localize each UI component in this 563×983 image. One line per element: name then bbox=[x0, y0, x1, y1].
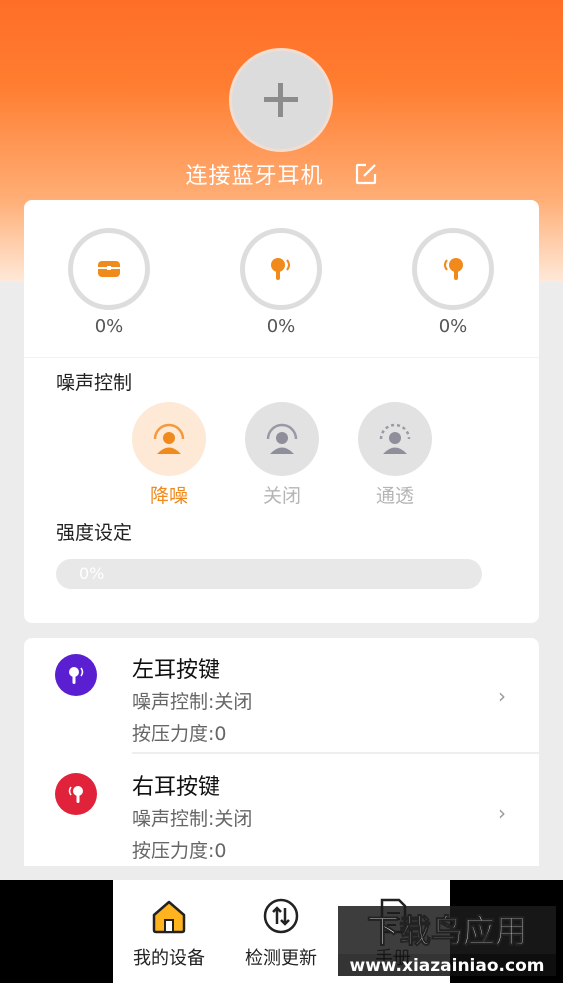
edit-icon[interactable] bbox=[354, 162, 378, 186]
chevron-right-icon: › bbox=[498, 684, 506, 708]
chevron-right-icon: › bbox=[498, 801, 506, 825]
intensity-slider[interactable]: 0% bbox=[56, 559, 482, 589]
home-icon bbox=[152, 900, 186, 934]
person-icon bbox=[266, 423, 298, 454]
battery-ring bbox=[240, 228, 322, 310]
mode-off-circle[interactable] bbox=[245, 402, 319, 476]
svg-text:下载鸟应用: 下载鸟应用 bbox=[367, 912, 527, 950]
mode-noise-cancel[interactable]: 降噪 bbox=[132, 402, 206, 508]
battery-ring bbox=[68, 228, 150, 310]
mode-noise-cancel-circle[interactable] bbox=[132, 402, 206, 476]
person-icon bbox=[153, 423, 185, 454]
case-icon bbox=[98, 261, 120, 277]
svg-text:www.xiazainiao.com: www.xiazainiao.com bbox=[350, 956, 545, 976]
nav-my-devices-label: 我的设备 bbox=[133, 948, 205, 969]
intensity-value: 0% bbox=[79, 564, 105, 583]
left-key-noise: 噪声控制:关闭 bbox=[132, 691, 253, 713]
left-earbud-key-icon bbox=[55, 654, 97, 696]
keys-card: 左耳按键 噪声控制:关闭 按压力度:0 › 右耳按键 噪声控制:关闭 按压力度:… bbox=[24, 638, 539, 866]
battery-left: 0% bbox=[240, 228, 322, 337]
battery-right: 0% bbox=[412, 228, 494, 337]
mode-transparent-label: 通透 bbox=[375, 485, 414, 507]
battery-right-percent: 0% bbox=[438, 316, 468, 337]
person-icon bbox=[379, 423, 411, 454]
right-key-pressure: 按压力度:0 bbox=[132, 840, 227, 862]
battery-ring bbox=[412, 228, 494, 310]
mode-off-label: 关闭 bbox=[262, 485, 301, 507]
noise-control-title: 噪声控制 bbox=[56, 372, 133, 394]
divider bbox=[24, 357, 539, 358]
battery-case: 0% bbox=[68, 228, 150, 337]
mode-noise-cancel-label: 降噪 bbox=[149, 485, 188, 507]
battery-left-percent: 0% bbox=[266, 316, 296, 337]
connect-row: 连接蓝牙耳机 bbox=[0, 158, 563, 190]
right-key-noise: 噪声控制:关闭 bbox=[132, 808, 253, 830]
left-earbud-icon bbox=[271, 258, 290, 280]
right-earbud-key-icon bbox=[55, 773, 97, 815]
watermark-logo: 下载鸟应用 www.xiazainiao.com bbox=[336, 904, 558, 978]
right-key-row[interactable]: 右耳按键 噪声控制:关闭 按压力度:0 › bbox=[24, 754, 539, 870]
battery-case-percent: 0% bbox=[94, 316, 124, 337]
right-key-title: 右耳按键 bbox=[132, 775, 221, 800]
intensity-title: 强度设定 bbox=[56, 522, 133, 544]
connect-label[interactable]: 连接蓝牙耳机 bbox=[185, 158, 323, 190]
mode-off[interactable]: 关闭 bbox=[245, 402, 319, 508]
left-key-pressure: 按压力度:0 bbox=[132, 723, 227, 745]
plus-icon bbox=[264, 83, 298, 117]
update-icon bbox=[263, 898, 299, 934]
add-device-button[interactable] bbox=[229, 48, 333, 152]
right-earbud-icon bbox=[444, 258, 463, 280]
nav-check-update[interactable]: 检测更新 bbox=[231, 894, 331, 970]
left-key-title: 左耳按键 bbox=[132, 658, 221, 683]
nav-my-devices[interactable]: 我的设备 bbox=[119, 894, 219, 970]
left-key-row[interactable]: 左耳按键 噪声控制:关闭 按压力度:0 › bbox=[24, 638, 539, 754]
mode-transparent[interactable]: 通透 bbox=[358, 402, 432, 508]
nav-check-update-label: 检测更新 bbox=[245, 948, 317, 969]
device-status-card: 0% 0% 0% 噪声控制 降噪 关闭 通透 强度设定 0% bbox=[24, 200, 539, 623]
mode-transparent-circle[interactable] bbox=[358, 402, 432, 476]
